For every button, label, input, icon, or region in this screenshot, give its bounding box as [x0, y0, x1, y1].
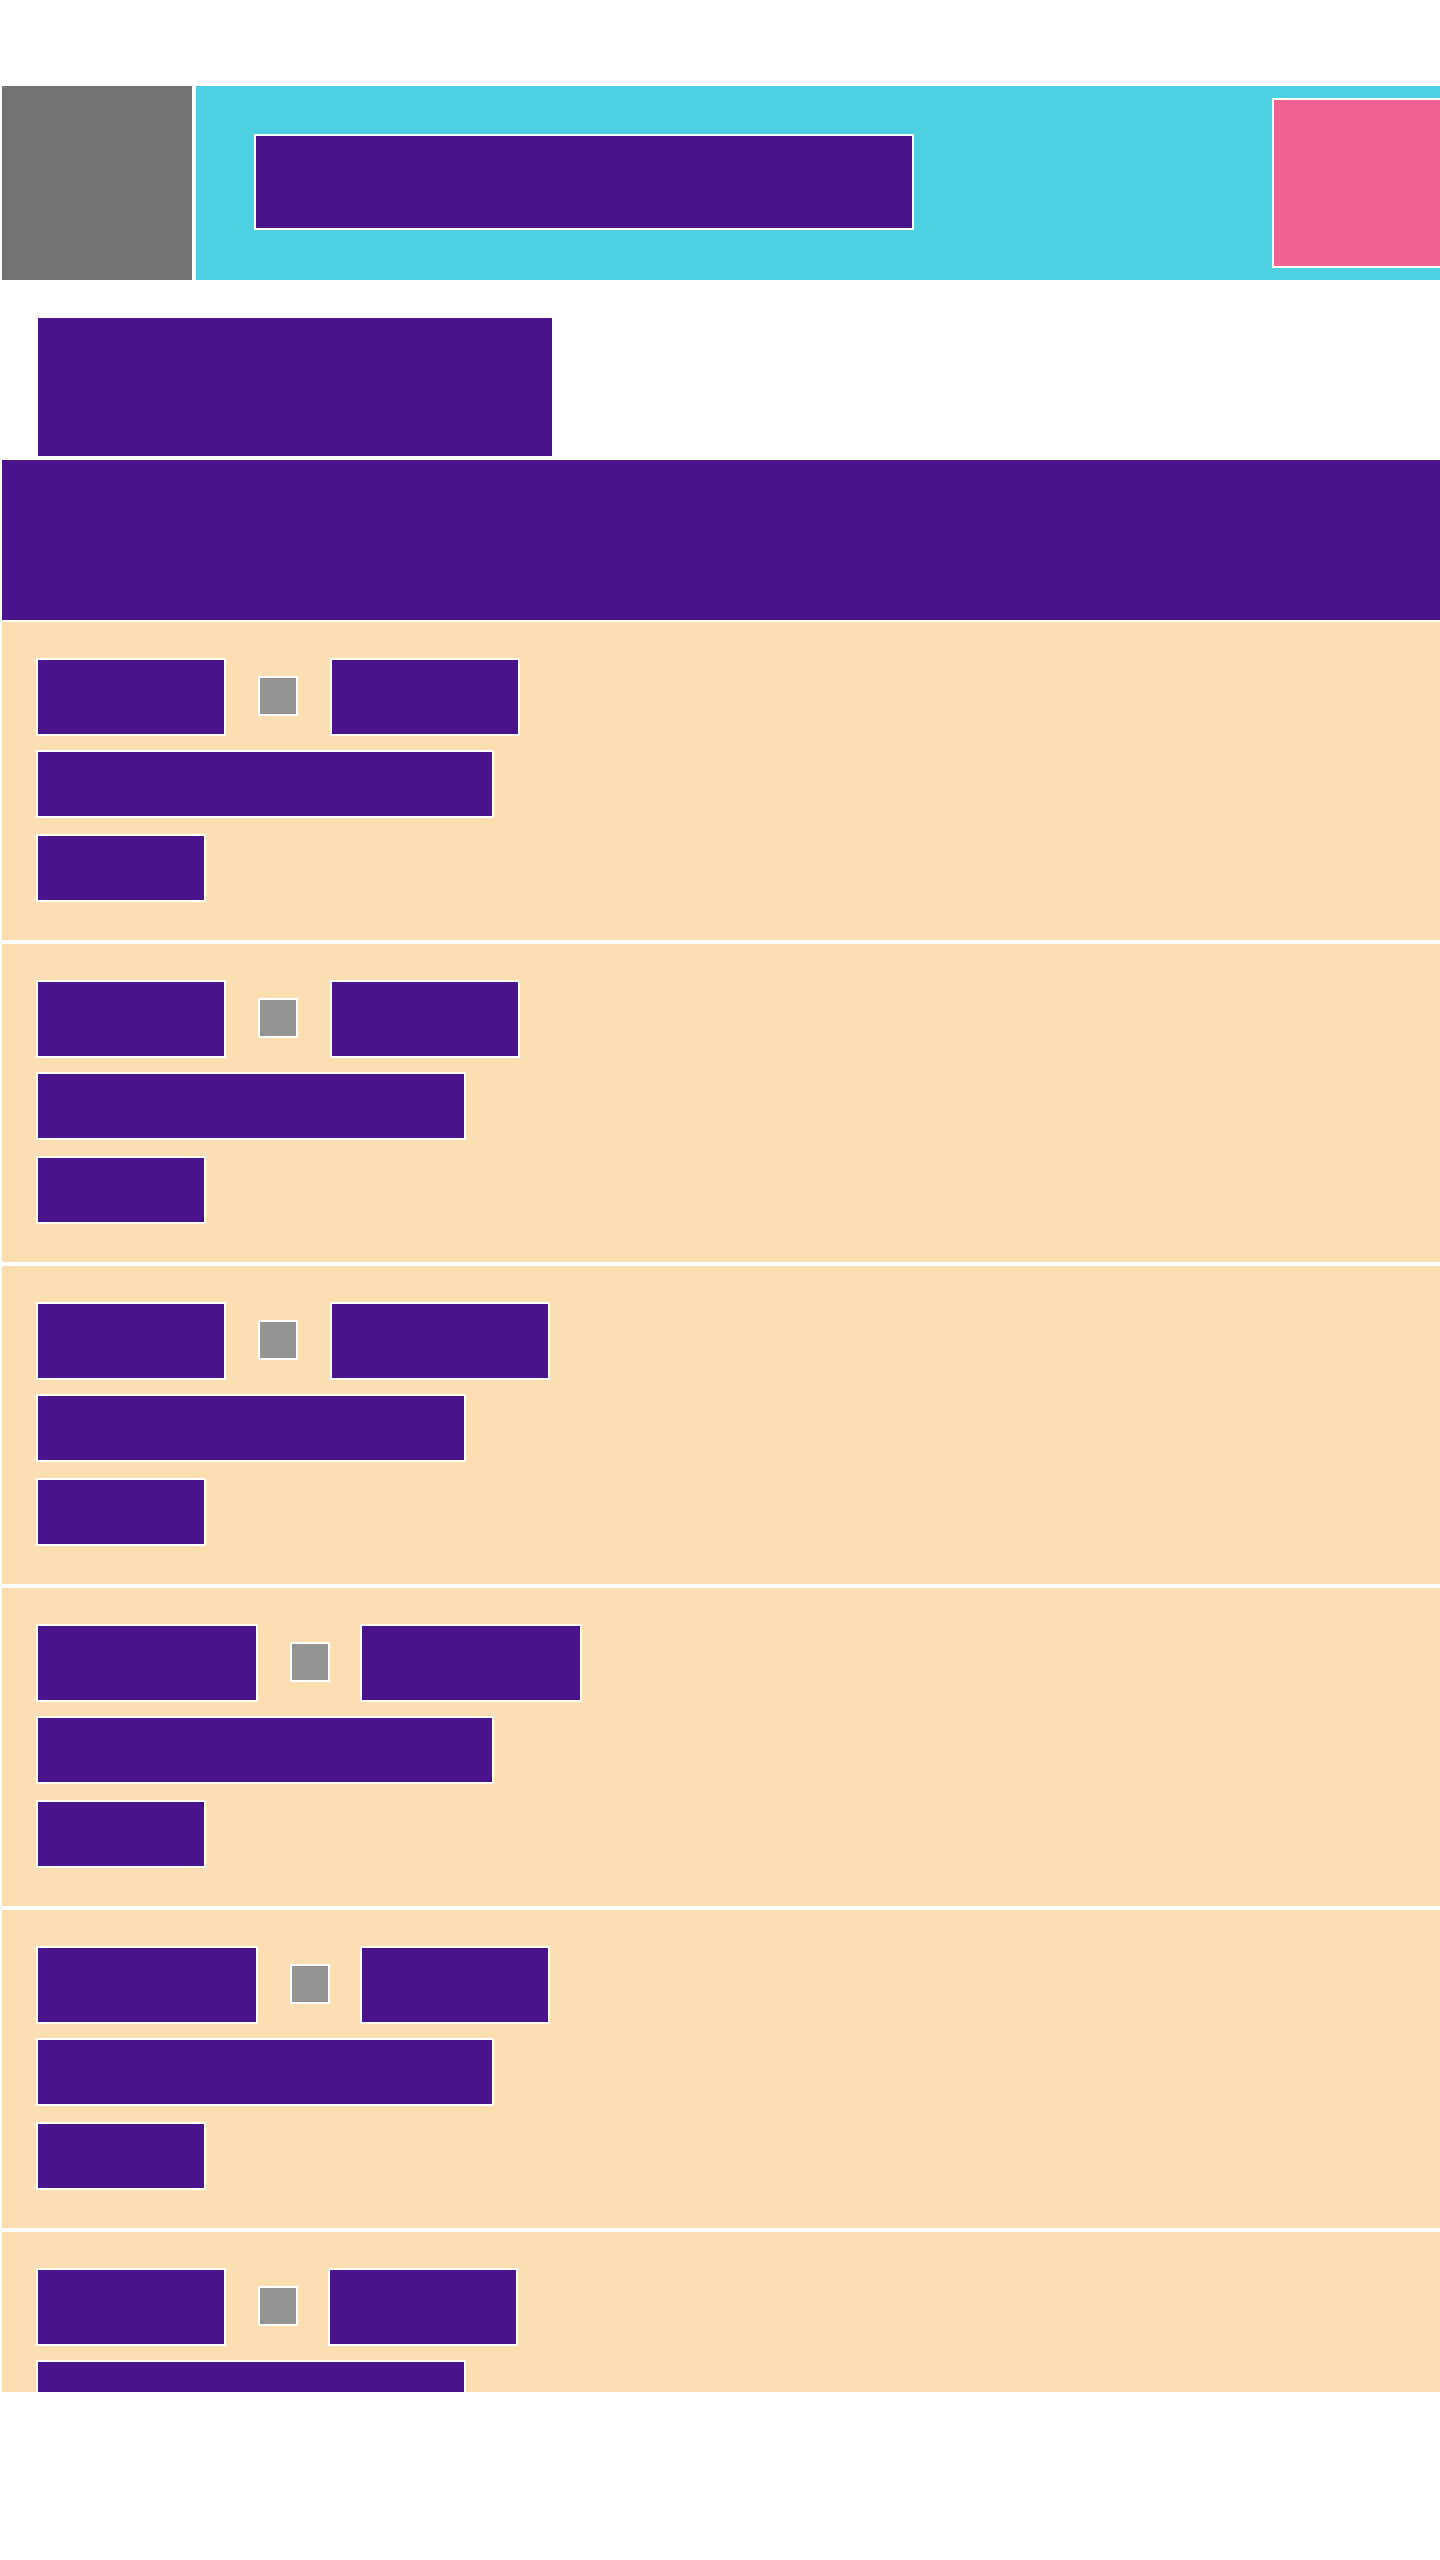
- action-button[interactable]: [1272, 98, 1440, 268]
- list-item-destination: [360, 1624, 582, 1702]
- list-item-origin: [36, 2268, 226, 2346]
- list-item-destination: [330, 980, 520, 1058]
- banner: [2, 460, 1440, 620]
- list-item[interactable]: [2, 944, 1440, 1262]
- app-screen: [0, 0, 1440, 2560]
- arrow-right-icon: [290, 1964, 330, 2004]
- list-item-meta: [36, 2122, 206, 2190]
- list-item[interactable]: [2, 622, 1440, 940]
- arrow-right-icon: [258, 998, 298, 1038]
- list-item-destination: [360, 1946, 550, 2024]
- list-item[interactable]: [2, 2232, 1440, 2392]
- arrow-right-icon: [258, 1320, 298, 1360]
- list-item-destination: [330, 658, 520, 736]
- list-item-subtitle: [36, 750, 494, 818]
- list-item-origin: [36, 658, 226, 736]
- list-item-subtitle: [36, 1716, 494, 1784]
- list-item-origin: [36, 980, 226, 1058]
- list-item-meta: [36, 1478, 206, 1546]
- list-item-origin: [36, 1302, 226, 1380]
- list-item[interactable]: [2, 1910, 1440, 2228]
- menu-button[interactable]: [2, 86, 196, 280]
- list-item-meta: [36, 1156, 206, 1224]
- list-item-meta: [36, 1800, 206, 1868]
- arrow-right-icon: [258, 676, 298, 716]
- list-item-subtitle: [36, 2038, 494, 2106]
- arrow-right-icon: [258, 2286, 298, 2326]
- list-item-destination: [330, 1302, 550, 1380]
- app-header: [2, 86, 1440, 280]
- list-item[interactable]: [2, 1588, 1440, 1906]
- list-item-subtitle: [36, 1394, 466, 1462]
- list-item[interactable]: [2, 1266, 1440, 1584]
- list-item-subtitle: [36, 1072, 466, 1140]
- header-title: [254, 134, 914, 230]
- list-item-origin: [36, 1946, 258, 2024]
- arrow-right-icon: [290, 1642, 330, 1682]
- results-list[interactable]: [2, 622, 1440, 2392]
- list-item-origin: [36, 1624, 258, 1702]
- page-title: [36, 316, 554, 458]
- list-item-subtitle: [36, 2360, 466, 2392]
- list-item-destination: [328, 2268, 518, 2346]
- list-item-meta: [36, 834, 206, 902]
